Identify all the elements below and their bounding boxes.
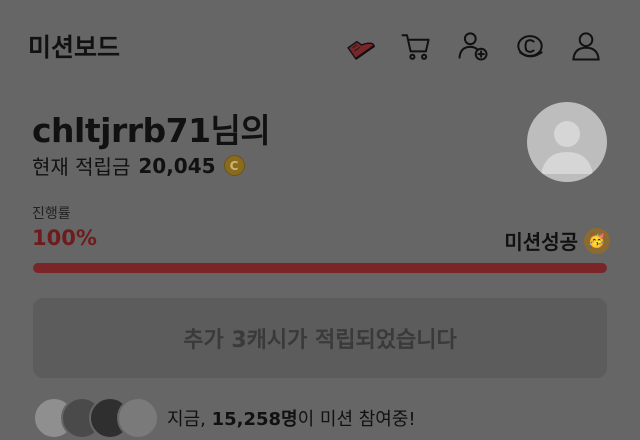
page-title: 미션보드 bbox=[28, 33, 121, 62]
username-heading: chltjrrb71님의 bbox=[32, 111, 271, 150]
add-user-icon[interactable] bbox=[453, 26, 493, 66]
mission-success-label: 미션성공 bbox=[504, 230, 578, 254]
points-value: 20,045 bbox=[138, 153, 216, 178]
profile-icon[interactable] bbox=[566, 26, 606, 66]
points-row: 현재 적립금 20,045 C bbox=[32, 151, 245, 180]
coin-icon[interactable] bbox=[510, 26, 550, 66]
avatar[interactable] bbox=[527, 102, 607, 182]
mission-success: 미션성공 🥳 bbox=[504, 226, 610, 255]
reward-message-box: 추가 3캐시가 적립되었습니다 bbox=[33, 298, 607, 378]
progress-bar bbox=[33, 263, 607, 273]
progress-bar-fill bbox=[33, 263, 607, 273]
coin-badge-icon: C bbox=[223, 155, 245, 176]
participant-avatar bbox=[117, 397, 159, 439]
cart-icon[interactable] bbox=[396, 26, 436, 66]
progress-percent: 100% bbox=[32, 226, 97, 250]
participants-prefix: 지금, bbox=[167, 409, 206, 430]
reward-message: 추가 3캐시가 적립되었습니다 bbox=[183, 328, 457, 353]
party-face-icon: 🥳 bbox=[584, 227, 610, 254]
participants-text: 지금, 15,258명이 미션 참여중! bbox=[167, 405, 416, 431]
participants-row: 지금, 15,258명이 미션 참여중! bbox=[33, 397, 416, 439]
participants-count: 15,258명 bbox=[211, 409, 298, 430]
points-label: 현재 적립금 bbox=[32, 155, 131, 179]
header: 미션보드 bbox=[0, 0, 640, 92]
shoe-icon[interactable] bbox=[340, 26, 380, 66]
progress-label: 진행률 bbox=[32, 206, 71, 222]
participants-suffix: 이 미션 참여중! bbox=[297, 409, 416, 430]
